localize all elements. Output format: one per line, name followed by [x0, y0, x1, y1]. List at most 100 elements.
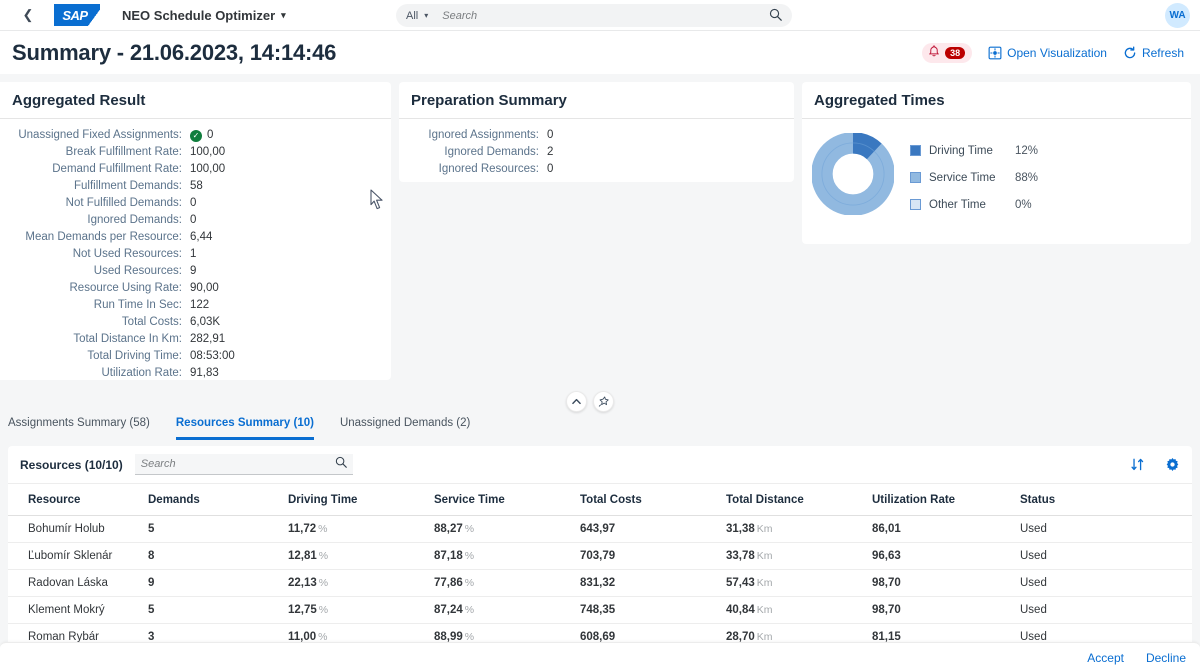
kv-label: Run Time In Sec:: [0, 297, 190, 314]
value: 22,13: [288, 577, 317, 589]
value: 33,78: [726, 550, 755, 562]
cell-resource: Ľubomír Sklenár: [8, 543, 148, 570]
collapse-chevron-up-button[interactable]: [566, 391, 587, 412]
tab-resources-summary[interactable]: Resources Summary (10): [176, 417, 314, 440]
cell-demands: 5: [148, 516, 288, 543]
column-header-status[interactable]: Status: [1020, 484, 1192, 516]
kv-label: Fulfillment Demands:: [0, 178, 190, 195]
column-header-service-time[interactable]: Service Time: [434, 484, 580, 516]
resources-table: Resource Demands Driving Time Service Ti…: [8, 484, 1192, 656]
resources-search-input[interactable]: [141, 458, 335, 470]
avatar[interactable]: WA: [1165, 3, 1190, 28]
kv-value: 100,00: [190, 161, 225, 178]
unit: %: [465, 523, 474, 535]
refresh-label: Refresh: [1142, 46, 1184, 60]
unit: Km: [757, 577, 773, 589]
kv-value: 1: [190, 246, 196, 263]
column-header-driving-time[interactable]: Driving Time: [288, 484, 434, 516]
table-row[interactable]: Ľubomír Sklenár 8 12,81% 87,18% 703,79 3…: [8, 543, 1192, 570]
sap-logo-text: SAP: [62, 8, 87, 23]
cell-resource: Radovan Láska: [8, 570, 148, 597]
legend-item: Driving Time 12%: [910, 137, 1038, 164]
chevron-down-icon: ▾: [424, 11, 428, 20]
cell-total-costs: 643,97: [580, 516, 726, 543]
accept-button[interactable]: Accept: [1087, 651, 1124, 665]
kv-value: 6,44: [190, 229, 212, 246]
table-row[interactable]: Radovan Láska 9 22,13% 77,86% 831,32 57,…: [8, 570, 1192, 597]
decline-button[interactable]: Decline: [1146, 651, 1186, 665]
sort-icon[interactable]: [1130, 457, 1145, 472]
kv-row: Utilization Rate:91,83: [0, 365, 391, 382]
notifications-button[interactable]: 38: [922, 43, 972, 63]
cell-utilization-rate: 96,63: [872, 543, 1020, 570]
legend-item: Other Time 0%: [910, 191, 1038, 218]
column-header-resource[interactable]: Resource: [8, 484, 148, 516]
resources-table-card: Resources (10/10) Resource De: [8, 446, 1192, 656]
kv-value: 91,83: [190, 365, 219, 382]
resources-count-label: Resources (10/10): [20, 458, 123, 472]
kv-label: Resource Using Rate:: [0, 280, 190, 297]
cell-status: Used: [1020, 543, 1192, 570]
kv-value: ✓ 0: [190, 127, 213, 144]
refresh-button[interactable]: Refresh: [1123, 46, 1184, 60]
kv-row: Total Driving Time:08:53:00: [0, 348, 391, 365]
legend-label: Other Time: [929, 199, 1015, 211]
value: 88,27: [434, 523, 463, 535]
column-header-total-costs[interactable]: Total Costs: [580, 484, 726, 516]
search-icon[interactable]: [335, 455, 347, 473]
value: 87,24: [434, 604, 463, 616]
search-scope-select[interactable]: All ▾: [406, 10, 428, 22]
bell-icon: [928, 45, 940, 61]
column-header-demands[interactable]: Demands: [148, 484, 288, 516]
cell-utilization-rate: 86,01: [872, 516, 1020, 543]
unit: %: [319, 604, 328, 616]
aggregated-result-title: Aggregated Result: [0, 82, 391, 119]
cell-driving-time: 12,81%: [288, 543, 434, 570]
search-icon[interactable]: [769, 8, 782, 24]
preparation-summary-panel: Preparation Summary Ignored Assignments:…: [399, 82, 794, 182]
kv-row: Mean Demands per Resource:6,44: [0, 229, 391, 246]
unit: Km: [757, 550, 773, 562]
pin-icon-button[interactable]: [593, 391, 614, 412]
table-row[interactable]: Klement Mokrý 5 12,75% 87,24% 748,35 40,…: [8, 597, 1192, 624]
open-visualization-button[interactable]: Open Visualization: [988, 46, 1107, 60]
kv-label: Not Fulfilled Demands:: [0, 195, 190, 212]
kv-value: 0: [547, 127, 553, 144]
chevron-down-icon: ▾: [281, 10, 286, 21]
kv-label: Total Distance In Km:: [0, 331, 190, 348]
column-header-total-distance[interactable]: Total Distance: [726, 484, 872, 516]
gear-icon[interactable]: [1165, 457, 1180, 472]
aggregated-times-panel: Aggregated Times Driving Time 1: [802, 82, 1191, 244]
legend-value: 88%: [1015, 172, 1038, 184]
table-row[interactable]: Bohumír Holub 5 11,72% 88,27% 643,97 31,…: [8, 516, 1192, 543]
app-title-menu[interactable]: NEO Schedule Optimizer ▾: [122, 8, 286, 23]
column-header-utilization-rate[interactable]: Utilization Rate: [872, 484, 1020, 516]
kv-value: 0: [547, 161, 553, 178]
value: 40,84: [726, 604, 755, 616]
back-icon[interactable]: ❮: [18, 5, 38, 25]
kv-value-text: 0: [207, 127, 213, 144]
cell-service-time: 88,27%: [434, 516, 580, 543]
kv-row: Unassigned Fixed Assignments: ✓ 0: [0, 127, 391, 144]
unit: %: [318, 523, 327, 535]
avatar-initials: WA: [1169, 10, 1185, 21]
tab-assignments-summary[interactable]: Assignments Summary (58): [8, 417, 150, 440]
kv-label: Utilization Rate:: [0, 365, 190, 382]
kv-value: 100,00: [190, 144, 225, 161]
cell-total-costs: 831,32: [580, 570, 726, 597]
tab-unassigned-demands[interactable]: Unassigned Demands (2): [340, 417, 470, 440]
unit: %: [319, 550, 328, 562]
page-header: Summary - 21.06.2023, 14:14:46 38 Open V…: [0, 31, 1200, 74]
aggregated-times-title: Aggregated Times: [802, 82, 1191, 119]
kv-row: Demand Fulfillment Rate:100,00: [0, 161, 391, 178]
kv-label: Mean Demands per Resource:: [0, 229, 190, 246]
kv-value: 9: [190, 263, 196, 280]
global-search[interactable]: All ▾: [396, 4, 792, 27]
cell-total-distance: 33,78Km: [726, 543, 872, 570]
value: 12,81: [288, 550, 317, 562]
kv-row: Fulfillment Demands:58: [0, 178, 391, 195]
kv-row: Ignored Demands:0: [0, 212, 391, 229]
kv-label: Demand Fulfillment Rate:: [0, 161, 190, 178]
search-input[interactable]: [442, 10, 769, 22]
resources-search[interactable]: [135, 454, 353, 475]
